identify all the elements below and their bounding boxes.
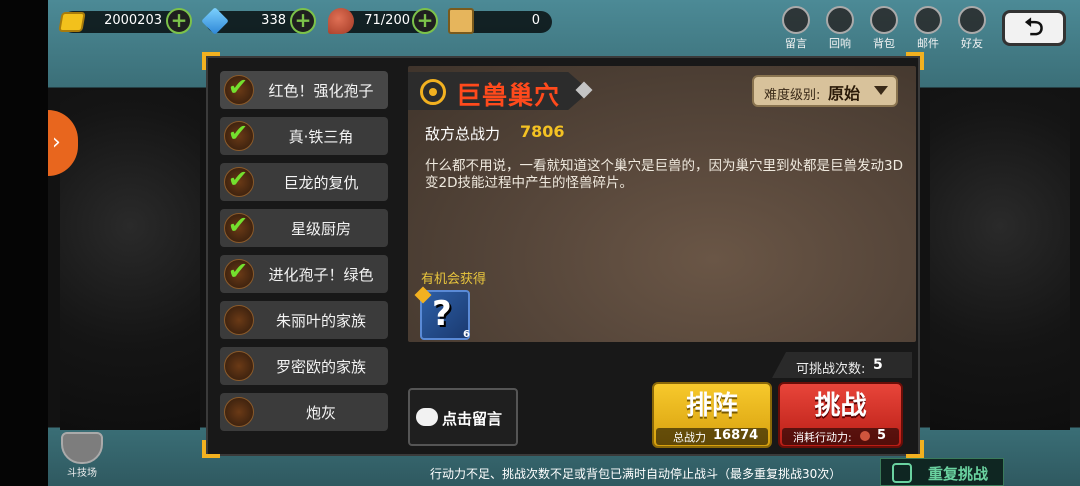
stage-item[interactable]: ✔ 星级厨房 bbox=[220, 209, 388, 247]
difficulty-value: 原始 bbox=[828, 84, 861, 103]
reward-label: 有机会获得 bbox=[421, 272, 487, 287]
flower-stage-icon bbox=[224, 305, 254, 335]
check-icon: ✔ bbox=[228, 73, 249, 101]
stamina-value: 71/200 bbox=[364, 13, 410, 28]
check-icon: ✔ bbox=[228, 211, 249, 239]
back-arrow-icon: ⮌ bbox=[1024, 13, 1044, 41]
card-icon bbox=[448, 8, 474, 34]
check-icon: ✔ bbox=[228, 165, 249, 193]
back-button[interactable]: ⮌ bbox=[1002, 10, 1066, 46]
stage-item[interactable]: 罗密欧的家族 bbox=[220, 347, 388, 385]
left-frame-decoration bbox=[60, 90, 200, 430]
gold-icon bbox=[58, 12, 86, 32]
card-resource: 0 bbox=[446, 8, 552, 36]
panel-corner bbox=[202, 440, 220, 458]
stage-item[interactable]: ✔ 进化孢子！绿色 bbox=[220, 255, 388, 293]
arena-label: 斗技场 bbox=[67, 468, 97, 479]
chevron-down-icon bbox=[874, 86, 888, 95]
stage-item[interactable]: ✔ 真·铁三角 bbox=[220, 117, 388, 155]
stamina-resource: 71/200 + bbox=[326, 8, 446, 36]
stamina-cost-label: 消耗行动力: bbox=[793, 431, 852, 444]
stage-item[interactable]: 朱丽叶的家族 bbox=[220, 301, 388, 339]
mail-icon bbox=[914, 6, 942, 34]
stamina-cost-value: 5 bbox=[877, 428, 887, 443]
repeat-checkbox[interactable] bbox=[892, 463, 912, 483]
gem-value: 338 bbox=[261, 13, 286, 28]
message-board-icon bbox=[782, 6, 810, 34]
stage-description: 什么都不用说，一看就知道这个巢穴是巨兽的，因为巢穴里到处都是巨兽发动3D变2D技… bbox=[425, 158, 903, 191]
message-board-button[interactable]: 留言 bbox=[776, 6, 816, 50]
card-value: 0 bbox=[531, 13, 540, 28]
comment-label: 点击留言 bbox=[442, 410, 503, 428]
reward-count: 6 bbox=[463, 329, 470, 340]
arena-icon bbox=[61, 432, 103, 464]
stage-item[interactable]: ✔ 红色！强化孢子 bbox=[220, 71, 388, 109]
stamina-icon bbox=[860, 431, 870, 441]
panel-corner bbox=[202, 52, 220, 70]
check-icon: ✔ bbox=[228, 119, 249, 147]
challenge-label: 挑战 bbox=[814, 391, 867, 421]
stage-item[interactable]: ✔ 巨龙的复仇 bbox=[220, 163, 388, 201]
stamina-icon bbox=[328, 8, 354, 34]
echo-button[interactable]: 回响 bbox=[820, 6, 860, 50]
echo-icon bbox=[826, 6, 854, 34]
left-dark-edge bbox=[0, 0, 48, 486]
total-power-value: 16874 bbox=[713, 428, 759, 443]
friends-button[interactable]: 好友 bbox=[952, 6, 992, 50]
formation-label: 排阵 bbox=[685, 391, 738, 421]
add-gem-button[interactable]: + bbox=[290, 8, 316, 34]
total-power-label: 总战力 bbox=[673, 431, 706, 444]
backpack-icon bbox=[870, 6, 898, 34]
add-gold-button[interactable]: + bbox=[166, 8, 192, 34]
gold-value: 2000203 bbox=[104, 13, 162, 28]
target-icon bbox=[420, 79, 446, 105]
snail-stage-icon bbox=[224, 351, 254, 381]
enemy-power-value: 7806 bbox=[520, 122, 565, 141]
enemy-power-label: 敌方总战力 bbox=[425, 125, 501, 143]
chat-bubble-icon bbox=[416, 408, 438, 426]
difficulty-label: 难度级别: bbox=[764, 88, 821, 103]
right-frame-decoration bbox=[930, 90, 1070, 430]
crosshair-stage-icon bbox=[224, 397, 254, 427]
tries-value: 5 bbox=[873, 357, 883, 373]
auto-stop-note: 行动力不足、挑战次数不足或背包已满时自动停止战斗（最多重复挑战30次） bbox=[430, 467, 842, 481]
tries-label: 可挑战次数: bbox=[796, 362, 866, 377]
stage-title: 巨兽巢穴 bbox=[456, 81, 561, 110]
check-icon: ✔ bbox=[228, 257, 249, 285]
mail-button[interactable]: 邮件 bbox=[908, 6, 948, 50]
gem-resource: 338 + bbox=[201, 7, 322, 36]
mystery-reward-icon: ? bbox=[432, 294, 452, 334]
repeat-challenge-label: 重复挑战 bbox=[928, 465, 989, 483]
gold-resource: 2000203 + bbox=[56, 8, 196, 36]
stage-item[interactable]: 炮灰 bbox=[220, 393, 388, 431]
add-stamina-button[interactable]: + bbox=[412, 8, 438, 34]
backpack-button[interactable]: 背包 bbox=[864, 6, 904, 50]
friends-icon bbox=[958, 6, 986, 34]
panel-corner bbox=[906, 440, 924, 458]
arena-shortcut[interactable]: 斗技场 bbox=[54, 432, 110, 482]
